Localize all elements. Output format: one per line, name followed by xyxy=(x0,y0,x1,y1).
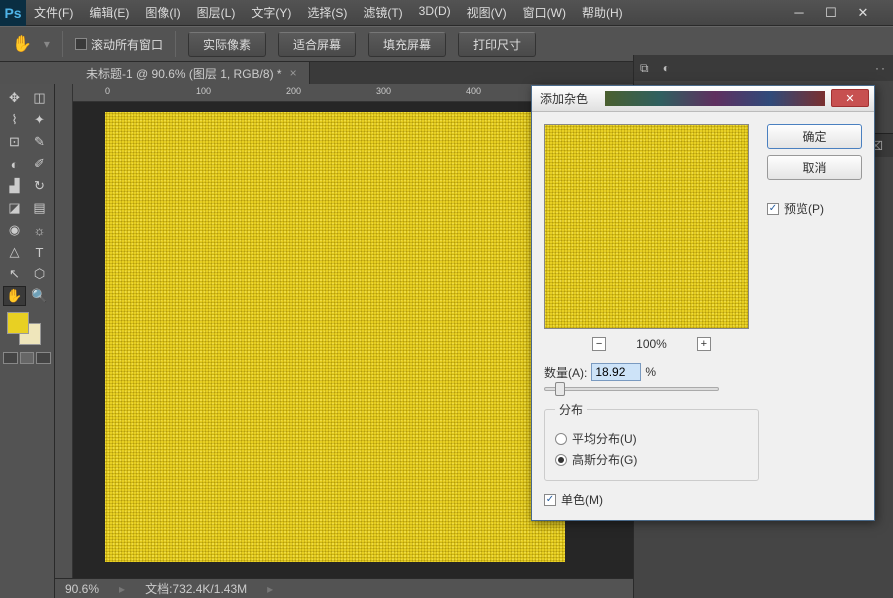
wand-tool[interactable]: ✦ xyxy=(28,110,51,130)
gaussian-radio[interactable]: 高斯分布(G) xyxy=(555,451,748,468)
scroll-all-windows-checkbox[interactable]: 滚动所有窗口 xyxy=(75,36,163,53)
ok-button[interactable]: 确定 xyxy=(767,124,862,149)
amount-label: 数量(A): xyxy=(544,364,587,381)
document-tab-label: 未标题-1 @ 90.6% (图层 1, RGB/8) * xyxy=(86,65,282,82)
marquee-tool[interactable]: ◫ xyxy=(28,88,51,108)
blur-tool[interactable]: ◉ xyxy=(3,220,26,240)
fit-screen-button[interactable]: 适合屏幕 xyxy=(278,32,356,57)
distribution-legend: 分布 xyxy=(555,401,587,418)
menu-view[interactable]: 视图(V) xyxy=(459,0,515,26)
zoom-in-button[interactable]: + xyxy=(697,337,711,351)
zoom-level[interactable]: 90.6% xyxy=(65,582,99,596)
monochrome-checkbox[interactable]: ✓单色(M) xyxy=(544,491,759,508)
foreground-color[interactable] xyxy=(7,312,29,334)
fill-screen-button[interactable]: 填充屏幕 xyxy=(368,32,446,57)
distribution-group: 分布 平均分布(U) 高斯分布(G) xyxy=(544,401,759,481)
menu-select[interactable]: 选择(S) xyxy=(299,0,355,26)
dialog-title: 添加杂色 xyxy=(540,90,588,107)
gradient-tool[interactable]: ▤ xyxy=(28,198,51,218)
zoom-tool[interactable]: 🔍 xyxy=(28,286,51,306)
app-logo: Ps xyxy=(0,0,26,26)
menu-edit[interactable]: 编辑(E) xyxy=(81,0,137,26)
dialog-decoration xyxy=(605,91,825,106)
eyedropper-tool[interactable]: ✎ xyxy=(28,132,51,152)
add-noise-dialog: 添加杂色 ✕ − 100% + 数量(A): % 分布 平均分布(U) 高斯分布… xyxy=(531,85,875,521)
preview-checkbox[interactable]: ✓预览(P) xyxy=(767,200,862,217)
toolbox: ✥◫ ⌇✦ ⊡✎ ◐✐ ▟↻ ◪▤ ◉☼ △T ↖⬡ ✋🔍 xyxy=(0,84,55,598)
eraser-tool[interactable]: ◪ xyxy=(3,198,26,218)
minimize-button[interactable]: ─ xyxy=(787,5,811,21)
vertical-ruler xyxy=(55,84,73,598)
dialog-close-button[interactable]: ✕ xyxy=(831,89,869,107)
stamp-tool[interactable]: ▟ xyxy=(3,176,26,196)
pen-tool[interactable]: △ xyxy=(3,242,26,262)
screenmode-2[interactable] xyxy=(36,352,51,364)
cancel-button[interactable]: 取消 xyxy=(767,155,862,180)
close-tab-icon[interactable]: × xyxy=(290,66,297,80)
menu-window[interactable]: 窗口(W) xyxy=(515,0,574,26)
maximize-button[interactable]: ☐ xyxy=(819,5,843,21)
dodge-tool[interactable]: ☼ xyxy=(28,220,51,240)
crop-tool[interactable]: ⊡ xyxy=(3,132,26,152)
noise-preview[interactable] xyxy=(544,124,749,329)
document-tab[interactable]: 未标题-1 @ 90.6% (图层 1, RGB/8) * × xyxy=(74,62,310,84)
shape-tool[interactable]: ⬡ xyxy=(28,264,51,284)
menu-type[interactable]: 文字(Y) xyxy=(243,0,299,26)
lasso-tool[interactable]: ⌇ xyxy=(3,110,26,130)
menu-file[interactable]: 文件(F) xyxy=(26,0,81,26)
type-tool[interactable]: T xyxy=(28,242,51,262)
amount-input[interactable] xyxy=(591,363,641,381)
zoom-out-button[interactable]: − xyxy=(592,337,606,351)
menu-layer[interactable]: 图层(L) xyxy=(189,0,244,26)
document-info: 文档:732.4K/1.43M xyxy=(145,580,247,597)
menu-filter[interactable]: 滤镜(T) xyxy=(355,0,410,26)
hand-tool-icon: ✋ xyxy=(12,34,32,54)
brush-tool[interactable]: ✐ xyxy=(28,154,51,174)
amount-slider[interactable] xyxy=(544,387,719,391)
amount-unit: % xyxy=(645,365,656,379)
menu-image[interactable]: 图像(I) xyxy=(137,0,188,26)
menu-bar: 文件(F) 编辑(E) 图像(I) 图层(L) 文字(Y) 选择(S) 滤镜(T… xyxy=(26,0,631,26)
zoom-percent: 100% xyxy=(636,337,667,351)
menu-help[interactable]: 帮助(H) xyxy=(574,0,631,26)
canvas[interactable] xyxy=(105,112,565,562)
healing-tool[interactable]: ◐ xyxy=(3,154,26,174)
menu-3d[interactable]: 3D(D) xyxy=(411,0,459,26)
path-tool[interactable]: ↖ xyxy=(3,264,26,284)
quickmask-toggle[interactable] xyxy=(3,352,18,364)
print-size-button[interactable]: 打印尺寸 xyxy=(458,32,536,57)
actual-pixels-button[interactable]: 实际像素 xyxy=(188,32,266,57)
history-brush-tool[interactable]: ↻ xyxy=(28,176,51,196)
hand-tool[interactable]: ✋ xyxy=(3,286,26,306)
dialog-titlebar[interactable]: 添加杂色 ✕ xyxy=(532,86,874,112)
slider-thumb[interactable] xyxy=(555,382,565,396)
uniform-radio[interactable]: 平均分布(U) xyxy=(555,430,748,447)
screenmode-toggle[interactable] xyxy=(20,352,35,364)
close-button[interactable]: ✕ xyxy=(851,5,875,21)
move-tool[interactable]: ✥ xyxy=(3,88,26,108)
